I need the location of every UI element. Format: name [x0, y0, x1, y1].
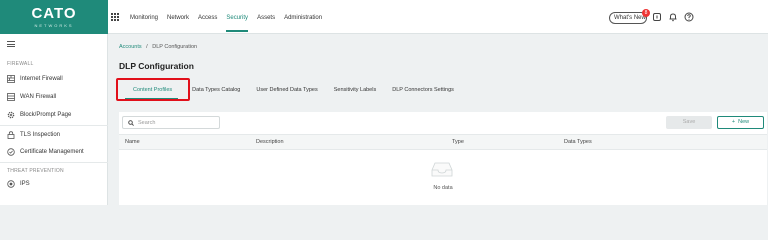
sidebar-item-label: IPS — [20, 181, 30, 187]
cato-logo[interactable]: CATO NETWORKS — [0, 0, 108, 34]
wan-firewall-icon — [7, 93, 15, 101]
top-bar: CATO NETWORKS Monitoring Network Access … — [0, 0, 768, 34]
sidebar-item-block-prompt-page[interactable]: Block/Prompt Page — [7, 108, 71, 122]
hamburger-menu-icon[interactable] — [7, 41, 15, 47]
save-button[interactable]: Save — [666, 116, 712, 129]
content-panel: Search Save + New Name Description Type D… — [119, 112, 767, 205]
apps-grid-icon[interactable] — [111, 13, 119, 21]
sidebar-section-threat-prevention: THREAT PREVENTION — [7, 168, 64, 174]
nav-security[interactable]: Security — [226, 0, 248, 34]
nav-administration[interactable]: Administration — [284, 0, 322, 34]
empty-state-text: No data — [433, 185, 453, 191]
new-button[interactable]: + New — [717, 116, 764, 129]
breadcrumb-current: DLP Configuration — [152, 44, 198, 50]
tab-user-defined-data-types[interactable]: User Defined Data Types — [248, 78, 325, 102]
nav-monitoring[interactable]: Monitoring — [130, 0, 158, 34]
nav-assets[interactable]: Assets — [257, 0, 275, 34]
sidebar-item-label: Certificate Management — [20, 149, 84, 155]
internet-firewall-icon — [7, 75, 15, 83]
highlight-box — [116, 78, 190, 101]
logo-subtext: NETWORKS — [34, 23, 74, 28]
sidebar-divider — [0, 162, 108, 163]
lock-icon — [7, 131, 15, 139]
sidebar-item-certificate-management[interactable]: Certificate Management — [7, 145, 84, 159]
bell-icon[interactable] — [668, 12, 678, 22]
ips-icon — [7, 180, 15, 188]
empty-inbox-icon — [431, 162, 453, 177]
column-header-description[interactable]: Description — [256, 135, 284, 150]
nav-access[interactable]: Access — [198, 0, 217, 34]
sidebar-item-label: TLS Inspection — [20, 132, 61, 138]
help-icon[interactable] — [684, 12, 694, 22]
sidebar-divider — [0, 125, 108, 126]
logo-text: CATO — [31, 5, 77, 22]
sidebar-item-ips[interactable]: IPS — [7, 177, 30, 191]
search-input[interactable]: Search — [122, 116, 220, 129]
column-header-data-types[interactable]: Data Types — [564, 135, 592, 150]
page-title: DLP Configuration — [119, 61, 194, 71]
search-icon — [128, 119, 134, 126]
breadcrumb-accounts-link[interactable]: Accounts — [119, 44, 142, 50]
sidebar-item-wan-firewall[interactable]: WAN Firewall — [7, 90, 56, 104]
sidebar-section-firewall: FIREWALL — [7, 61, 34, 67]
sidebar: FIREWALL Internet Firewall WAN Firewall … — [0, 34, 108, 205]
plus-icon: + — [731, 119, 736, 125]
breadcrumb-separator: / — [146, 44, 148, 50]
chat-icon[interactable] — [652, 12, 662, 22]
top-nav: Monitoring Network Access Security Asset… — [130, 0, 331, 34]
tab-dlp-connectors-settings[interactable]: DLP Connectors Settings — [384, 78, 462, 102]
gear-icon — [7, 111, 15, 119]
sidebar-item-label: Internet Firewall — [20, 76, 63, 82]
sidebar-item-label: WAN Firewall — [20, 94, 57, 100]
certificate-icon — [7, 148, 15, 156]
tab-data-types-catalog[interactable]: Data Types Catalog — [184, 78, 248, 102]
new-button-label: New — [738, 119, 750, 125]
sidebar-item-internet-firewall[interactable]: Internet Firewall — [7, 72, 63, 86]
nav-network[interactable]: Network — [167, 0, 189, 34]
sidebar-item-tls-inspection[interactable]: TLS Inspection — [7, 128, 60, 142]
breadcrumb: Accounts / DLP Configuration — [119, 44, 197, 50]
notification-badge: 8 — [642, 9, 650, 17]
column-header-type[interactable]: Type — [452, 135, 464, 150]
search-placeholder: Search — [138, 119, 156, 126]
tab-sensitivity-labels[interactable]: Sensitivity Labels — [326, 78, 385, 102]
column-header-name[interactable]: Name — [125, 135, 140, 150]
sidebar-item-label: Block/Prompt Page — [20, 112, 72, 118]
table-header: Name Description Type Data Types — [119, 134, 767, 150]
